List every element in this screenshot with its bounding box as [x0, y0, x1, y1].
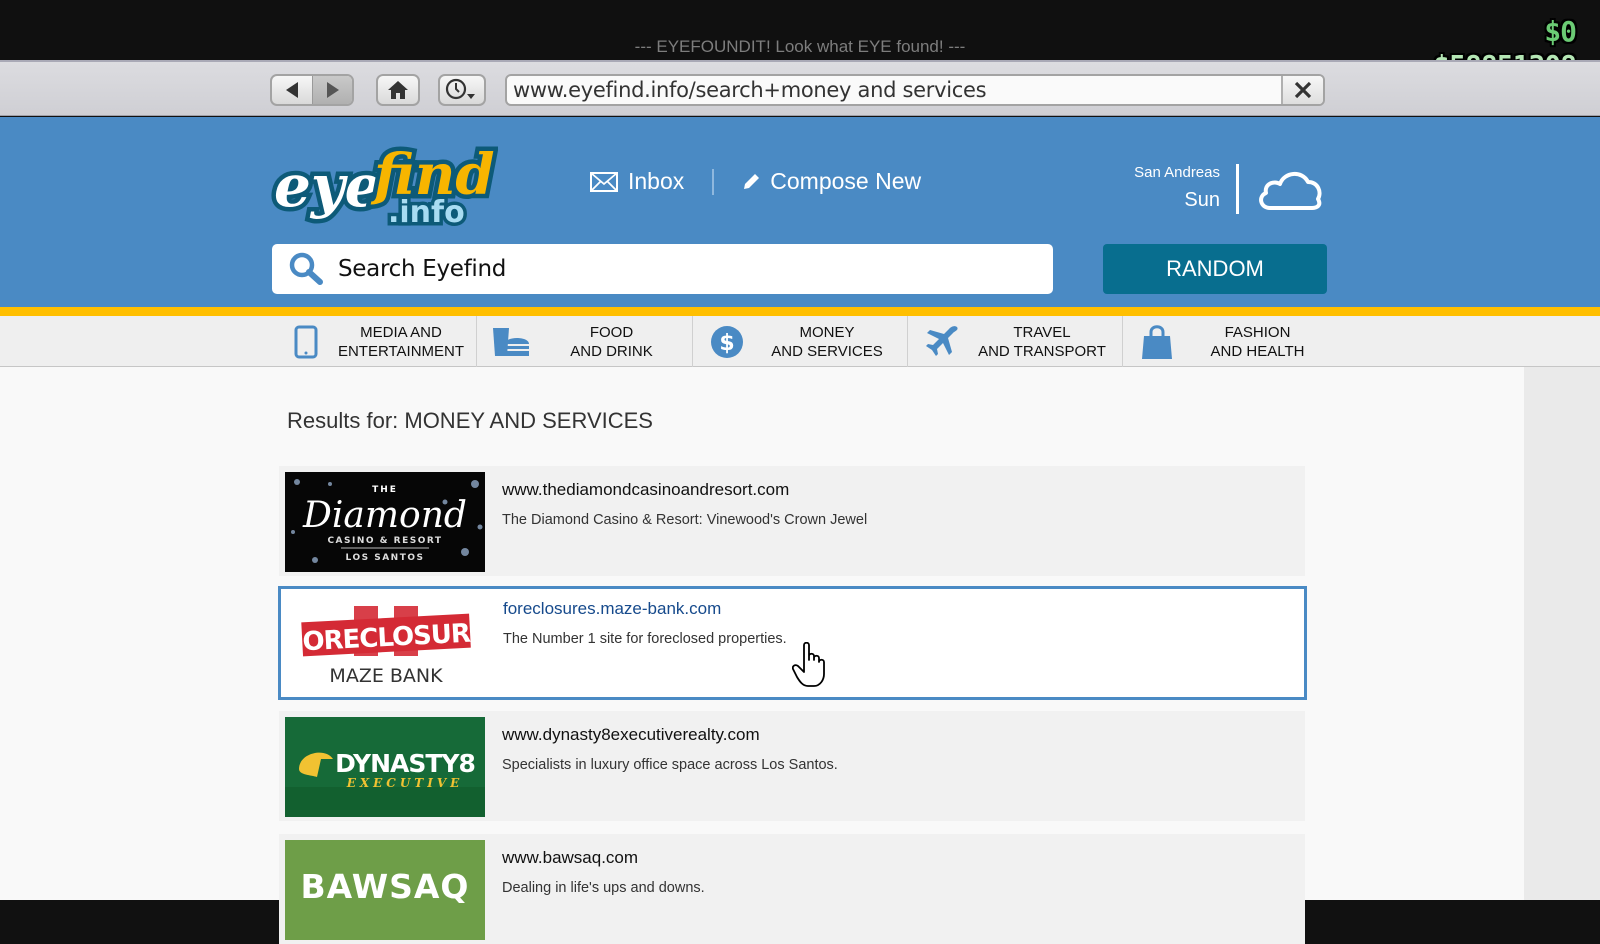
- result-item[interactable]: BAWSAQ www.bawsaq.com Dealing in life's …: [279, 834, 1305, 944]
- compose-label: Compose New: [770, 168, 922, 194]
- nav-divider: [712, 168, 715, 195]
- result-description: Dealing in life's ups and downs.: [502, 880, 705, 896]
- close-icon: [1294, 81, 1312, 99]
- logo-line-sub2: LOS SANTOS: [346, 553, 425, 563]
- result-item[interactable]: THE Diamond CASINO & RESORT LOS SANTOS w…: [279, 466, 1305, 576]
- browser-toolbar: www.eyefind.info/search+money and servic…: [0, 60, 1600, 116]
- category-food-drink[interactable]: FOOD AND DRINK: [477, 316, 693, 367]
- category-line1: FASHION: [1224, 323, 1291, 341]
- category-line2: ENTERTAINMENT: [337, 342, 465, 360]
- category-line1: FOOD: [589, 323, 634, 341]
- dynasty8-executive-logo: DYNASTY8 EXECUTIVE: [285, 717, 485, 817]
- compose-link[interactable]: Compose New: [742, 168, 921, 195]
- back-button[interactable]: [272, 76, 312, 104]
- category-line2: AND HEALTH: [1210, 342, 1305, 360]
- category-fashion-health[interactable]: FASHION AND HEALTH: [1123, 316, 1338, 367]
- result-url[interactable]: www.bawsaq.com: [502, 848, 638, 868]
- category-line2: AND SERVICES: [771, 342, 883, 360]
- back-arrow-icon: [286, 82, 298, 98]
- bawsaq-logo: BAWSAQ: [285, 840, 485, 940]
- result-url[interactable]: www.thediamondcasinoandresort.com: [502, 480, 789, 500]
- logo-line-main: BAWSAQ: [301, 867, 470, 906]
- hud-wallet-cash: $0: [1544, 15, 1577, 48]
- search-icon[interactable]: [288, 251, 324, 287]
- cloud-icon: [1259, 172, 1322, 210]
- forward-arrow-icon: [326, 82, 339, 98]
- history-clock-icon: [445, 78, 475, 100]
- forward-button[interactable]: [312, 76, 352, 104]
- result-description: The Diamond Casino & Resort: Vinewood's …: [502, 512, 868, 528]
- weather-widget: San Andreas Sun: [1134, 164, 1220, 212]
- diamond-casino-logo: THE Diamond CASINO & RESORT LOS SANTOS: [285, 472, 485, 572]
- category-line2: AND DRINK: [570, 342, 653, 360]
- page-scroll-gutter[interactable]: [1524, 367, 1600, 900]
- airplane-icon: [926, 325, 958, 356]
- result-item[interactable]: DYNASTY8 EXECUTIVE www.dynasty8executive…: [279, 711, 1305, 821]
- category-media-entertainment[interactable]: MEDIA AND ENTERTAINMENT: [272, 316, 477, 367]
- hand-pointer-cursor-icon: [792, 642, 825, 687]
- category-line1: MEDIA AND: [360, 323, 442, 341]
- address-bar[interactable]: www.eyefind.info/search+money and servic…: [505, 74, 1325, 106]
- search-input[interactable]: [338, 256, 988, 282]
- food-drink-icon: [493, 327, 529, 356]
- foreclosure-maze-bank-logo: FORECLOSURE MAZE BANK: [286, 594, 486, 694]
- address-bar-url[interactable]: www.eyefind.info/search+money and servic…: [507, 78, 1281, 102]
- logo-line-sub: EXECUTIVE: [346, 776, 464, 790]
- back-forward-group: [270, 74, 354, 106]
- history-button[interactable]: [438, 74, 486, 106]
- svg-text:$: $: [719, 331, 734, 356]
- pencil-icon: [744, 173, 760, 189]
- category-bar: MEDIA AND ENTERTAINMENT FOOD AND DRINK $ M…: [0, 316, 1600, 367]
- home-icon: [388, 81, 408, 99]
- weather-condition: Sun: [1184, 189, 1220, 211]
- header-accent-stripe: [0, 307, 1600, 316]
- logo-line-sub: MAZE BANK: [329, 665, 443, 687]
- logo-line-main: DYNASTY8: [335, 749, 475, 778]
- envelope-icon: [590, 171, 618, 192]
- logo-line-main: Diamond: [302, 495, 467, 536]
- dollar-coin-icon: $: [711, 325, 743, 358]
- category-line1: TRAVEL: [1013, 323, 1071, 341]
- logo-info-text: .info: [388, 195, 465, 230]
- tablet-icon: [294, 325, 318, 358]
- logo-eye-text: eye: [274, 152, 382, 220]
- category-line1: MONEY: [799, 323, 855, 341]
- site-search: [272, 244, 1053, 294]
- category-travel-transport[interactable]: TRAVEL AND TRANSPORT: [908, 316, 1123, 367]
- mail-nav: Inbox Compose New: [590, 168, 921, 195]
- logo-line-sub: CASINO & RESORT: [327, 536, 442, 546]
- logo-line-top: THE: [372, 485, 398, 495]
- clear-url-button[interactable]: [1281, 76, 1323, 104]
- category-money-services[interactable]: $ MONEY AND SERVICES: [693, 316, 908, 367]
- inbox-link[interactable]: Inbox: [590, 168, 684, 195]
- window-title: --- EYEFOUNDIT! Look what EYE found! ---: [634, 37, 966, 56]
- shopping-bag-icon: [1142, 324, 1172, 359]
- result-url[interactable]: www.dynasty8executiverealty.com: [502, 725, 760, 745]
- home-button[interactable]: [376, 74, 420, 106]
- random-button[interactable]: RANDOM: [1103, 244, 1327, 294]
- result-url[interactable]: foreclosures.maze-bank.com: [503, 599, 721, 619]
- inbox-label: Inbox: [628, 168, 685, 194]
- eyefind-logo[interactable]: eye find .info: [270, 136, 498, 233]
- results-heading: Results for: MONEY AND SERVICES: [287, 408, 653, 433]
- category-line2: AND TRANSPORT: [978, 342, 1106, 360]
- result-description: The Number 1 site for foreclosed propert…: [503, 631, 787, 647]
- weather-region: San Andreas: [1134, 164, 1220, 181]
- weather-divider: [1236, 164, 1239, 214]
- result-description: Specialists in luxury office space acros…: [502, 757, 838, 773]
